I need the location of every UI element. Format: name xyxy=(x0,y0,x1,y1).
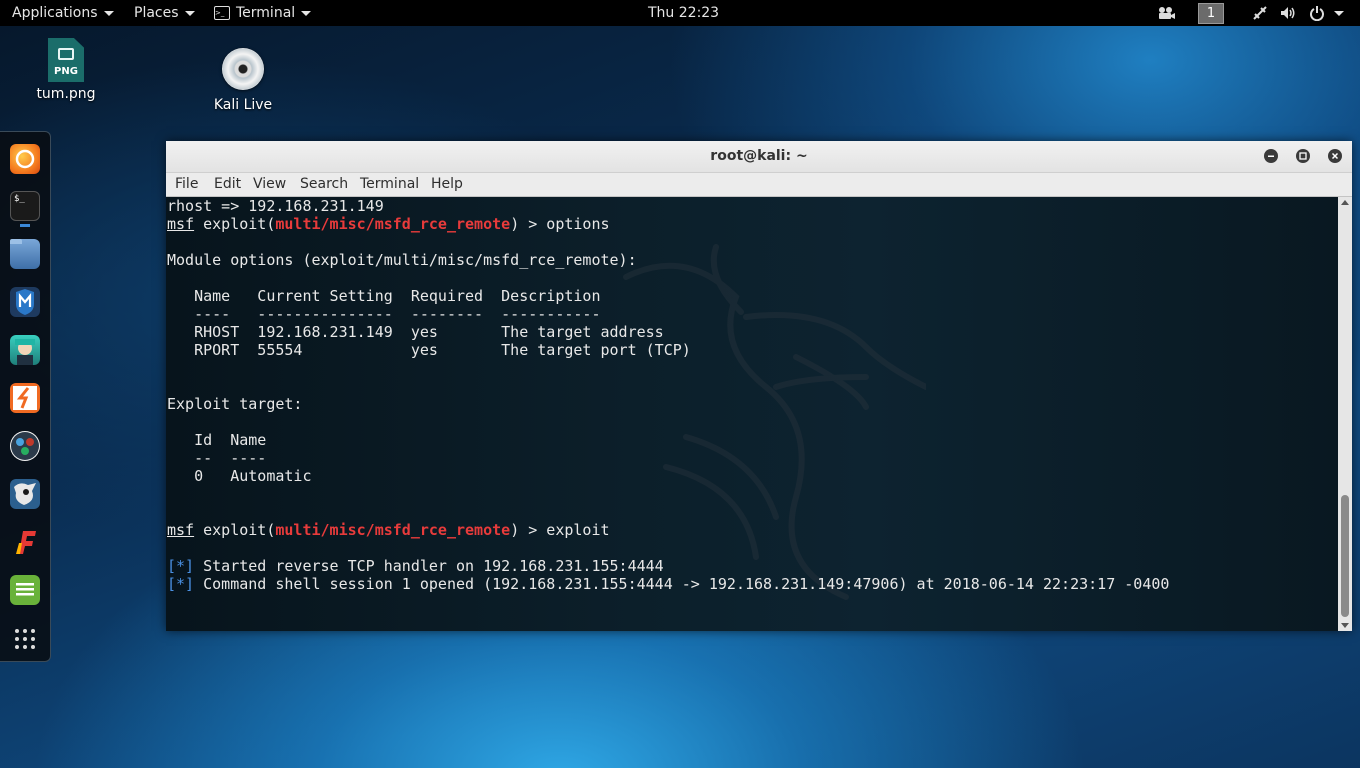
places-menu[interactable]: Places xyxy=(134,0,195,26)
power-menu[interactable] xyxy=(1309,0,1344,26)
terminal-icon[interactable]: $_ xyxy=(10,191,40,221)
beef-icon[interactable] xyxy=(10,479,40,509)
faraday-icon[interactable] xyxy=(10,527,40,557)
maltego-icon[interactable] xyxy=(10,431,40,461)
volume-icon[interactable] xyxy=(1280,0,1296,26)
clock[interactable]: Thu 22:23 xyxy=(648,0,719,26)
network-icon[interactable] xyxy=(1252,0,1268,26)
desktop-icon-label: tum.png xyxy=(36,86,96,102)
scrollbar-thumb[interactable] xyxy=(1341,495,1349,617)
chevron-down-icon xyxy=(103,10,114,16)
applications-menu[interactable]: Applications xyxy=(12,0,114,26)
metasploit-icon[interactable] xyxy=(10,287,40,317)
maximize-icon xyxy=(1299,152,1307,160)
desktop-file-tum-png[interactable]: PNG tum.png xyxy=(34,38,98,102)
window-menubar: File Edit View Search Terminal Help xyxy=(166,173,1352,197)
terminal-window: root@kali: ~ File Edit View Search Termi… xyxy=(166,141,1352,631)
show-apps-icon[interactable] xyxy=(10,624,40,654)
places-label: Places xyxy=(134,5,179,21)
text-editor-icon[interactable] xyxy=(10,575,40,605)
disc-icon xyxy=(222,48,264,90)
top-panel: Applications Places >_ Terminal Thu 22:23… xyxy=(0,0,1360,26)
menu-file[interactable]: File xyxy=(175,173,198,196)
minimize-icon xyxy=(1268,155,1274,157)
file-type-label: PNG xyxy=(54,66,78,77)
terminal-app-menu[interactable]: >_ Terminal xyxy=(214,0,312,26)
terminal-scrollbar[interactable] xyxy=(1338,197,1352,631)
armitage-icon[interactable] xyxy=(10,335,40,365)
chevron-down-icon xyxy=(184,10,195,16)
menu-search[interactable]: Search xyxy=(300,173,348,196)
workspace-number: 1 xyxy=(1198,2,1224,24)
scroll-up-icon[interactable] xyxy=(1341,200,1349,205)
running-indicator xyxy=(20,224,30,227)
close-icon xyxy=(1331,152,1339,160)
scroll-down-icon[interactable] xyxy=(1341,623,1349,628)
chevron-down-icon xyxy=(301,10,312,16)
window-title: root@kali: ~ xyxy=(710,148,808,164)
dock: $_ xyxy=(0,131,51,662)
menu-terminal[interactable]: Terminal xyxy=(360,173,419,196)
power-icon xyxy=(1310,6,1324,22)
window-titlebar[interactable]: root@kali: ~ xyxy=(166,141,1352,173)
workspace-indicator[interactable]: 1 xyxy=(1198,0,1224,26)
terminal-text: rhost => 192.168.231.149 msf exploit(mul… xyxy=(167,197,1170,593)
chevron-down-icon xyxy=(1334,10,1344,16)
burpsuite-icon[interactable] xyxy=(10,383,40,413)
close-button[interactable] xyxy=(1328,149,1342,163)
files-icon[interactable] xyxy=(10,239,40,269)
minimize-button[interactable] xyxy=(1264,149,1278,163)
menu-view[interactable]: View xyxy=(253,173,286,196)
terminal-output[interactable]: rhost => 192.168.231.149 msf exploit(mul… xyxy=(166,197,1338,631)
menu-help[interactable]: Help xyxy=(431,173,463,196)
desktop-icon-label: Kali Live xyxy=(213,97,273,113)
image-file-icon: PNG xyxy=(48,38,84,82)
firefox-icon[interactable] xyxy=(10,144,40,174)
video-icon[interactable] xyxy=(1157,0,1175,26)
terminal-icon: >_ xyxy=(214,6,230,20)
terminal-app-label: Terminal xyxy=(236,5,296,21)
maximize-button[interactable] xyxy=(1296,149,1310,163)
desktop-kali-live[interactable]: Kali Live xyxy=(208,48,278,113)
applications-label: Applications xyxy=(12,5,98,21)
menu-edit[interactable]: Edit xyxy=(214,173,241,196)
